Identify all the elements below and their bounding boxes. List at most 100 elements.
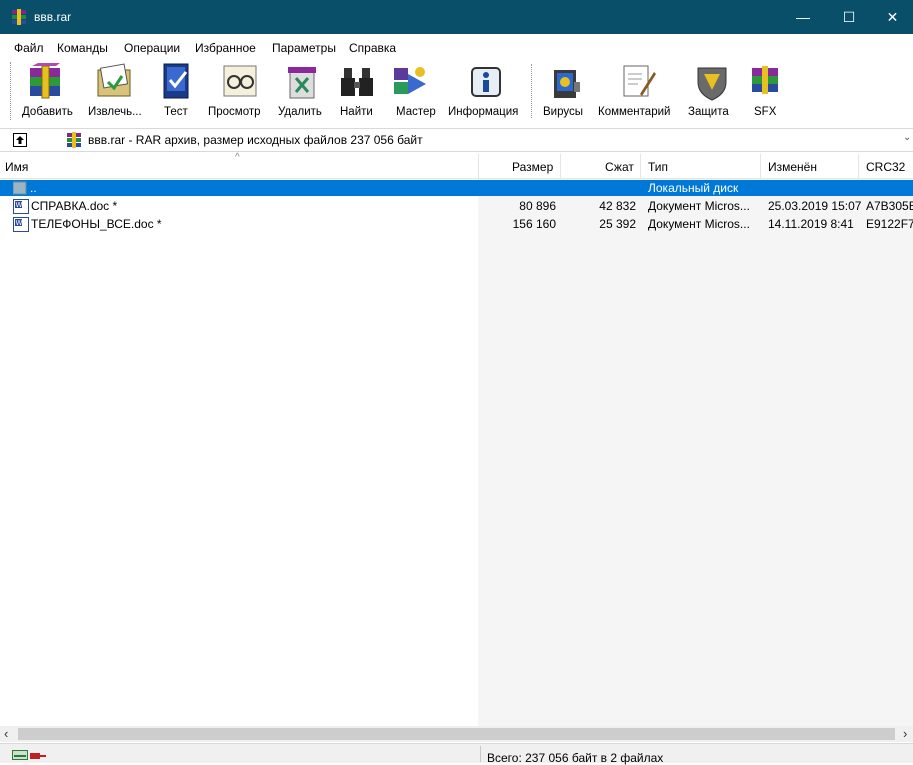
- status-bar: Всего: 237 056 байт в 2 файлах: [0, 743, 913, 765]
- row-size: 156 160: [512, 217, 556, 231]
- toolbar: Добавить Извлечь... Тест Просмотр Удалит…: [0, 60, 913, 126]
- table-row-parent[interactable]: .. Локальный диск: [0, 180, 913, 196]
- extract-button[interactable]: Извлечь...: [84, 60, 148, 124]
- menu-operations[interactable]: Операции: [124, 41, 180, 55]
- row-name: ТЕЛЕФОНЫ_ВСЕ.doc *: [31, 217, 162, 231]
- column-divider[interactable]: [560, 154, 561, 178]
- row-crc: A7B305E: [866, 199, 913, 213]
- list-header: ^ Имя Размер Сжат Тип Изменён CRC32: [0, 152, 913, 179]
- column-header-crc[interactable]: CRC32: [866, 160, 905, 174]
- row-modified: 25.03.2019 15:07: [768, 199, 862, 213]
- test-icon: [163, 63, 189, 99]
- address-field[interactable]: ввв.rar - RAR архив, размер исходных фай…: [62, 132, 913, 148]
- row-name: СПРАВКА.doc *: [31, 199, 118, 213]
- wizard-button[interactable]: Мастер: [386, 60, 436, 124]
- svg-text:W: W: [16, 219, 23, 227]
- column-divider[interactable]: [478, 154, 479, 178]
- menu-bar: Файл Команды Операции Избранное Параметр…: [0, 41, 913, 59]
- sfx-icon: [752, 66, 778, 94]
- status-text: Всего: 237 056 байт в 2 файлах: [487, 751, 664, 765]
- add-button[interactable]: Добавить: [16, 60, 78, 124]
- winrar-app-icon: [11, 9, 27, 28]
- up-folder-button[interactable]: [13, 133, 27, 147]
- parent-folder-icon: [12, 181, 27, 198]
- sort-ascending-icon: ^: [235, 152, 240, 163]
- column-divider[interactable]: [640, 154, 641, 178]
- column-header-modified[interactable]: Изменён: [768, 160, 817, 174]
- title-bar[interactable]: ввв.rar — ☐ ✕: [0, 0, 913, 34]
- row-type: Локальный диск: [648, 181, 739, 195]
- table-row[interactable]: W ТЕЛЕФОНЫ_ВСЕ.doc * 156 160 25 392 Доку…: [0, 216, 913, 232]
- column-header-packed[interactable]: Сжат: [605, 160, 634, 174]
- info-button[interactable]: Информация: [444, 60, 530, 124]
- protect-button[interactable]: Защита: [684, 60, 740, 124]
- delete-button[interactable]: Удалить: [274, 60, 330, 124]
- extract-icon: [97, 63, 131, 97]
- word-doc-icon: W: [13, 199, 29, 217]
- column-divider[interactable]: [858, 154, 859, 178]
- svg-text:W: W: [16, 201, 23, 209]
- binoculars-icon: [341, 68, 373, 96]
- menu-file[interactable]: Файл: [14, 41, 44, 55]
- info-icon: [471, 67, 501, 97]
- toolbar-grip[interactable]: [10, 62, 14, 120]
- find-label: Найти: [340, 106, 373, 118]
- delete-label: Удалить: [278, 106, 322, 118]
- comment-icon: [623, 65, 656, 97]
- comment-button[interactable]: Комментарий: [596, 60, 680, 124]
- menu-favorites[interactable]: Избранное: [195, 41, 256, 55]
- chevron-down-icon[interactable]: ⌄: [903, 132, 911, 143]
- sfx-label: SFX: [754, 106, 777, 118]
- menu-options[interactable]: Параметры: [272, 41, 336, 55]
- view-button[interactable]: Просмотр: [206, 60, 270, 124]
- menu-commands[interactable]: Команды: [57, 41, 108, 55]
- status-divider: [480, 746, 481, 762]
- window-title: ввв.rar: [34, 10, 72, 24]
- word-doc-icon: W: [13, 217, 29, 235]
- virus-scan-button[interactable]: Вирусы: [538, 60, 594, 124]
- test-label: Тест: [164, 106, 188, 118]
- extract-label: Извлечь...: [88, 106, 142, 118]
- menu-help[interactable]: Справка: [349, 41, 396, 55]
- row-crc: E9122F7: [866, 217, 913, 231]
- up-arrow-icon: [16, 136, 24, 144]
- column-header-size[interactable]: Размер: [512, 160, 553, 174]
- maximize-button[interactable]: ☐: [826, 0, 872, 34]
- minimize-button[interactable]: —: [780, 0, 826, 34]
- row-name: ..: [30, 181, 37, 195]
- maximize-icon: ☐: [842, 8, 856, 25]
- virus-scan-label: Вирусы: [543, 106, 583, 118]
- row-modified: 14.11.2019 8:41: [768, 217, 854, 231]
- info-label: Информация: [448, 106, 519, 118]
- sfx-button[interactable]: SFX: [744, 60, 784, 124]
- row-packed: 42 832: [599, 199, 636, 213]
- horizontal-scrollbar[interactable]: ‹ ›: [0, 726, 913, 742]
- row-type: Документ Micros...: [648, 199, 750, 213]
- close-button[interactable]: ✕: [872, 0, 913, 34]
- shield-icon: [697, 67, 727, 101]
- file-list[interactable]: ^ Имя Размер Сжат Тип Изменён CRC32 .. Л…: [0, 152, 913, 726]
- address-bar: ввв.rar - RAR архив, размер исходных фай…: [0, 128, 913, 152]
- row-type: Документ Micros...: [648, 217, 750, 231]
- wizard-icon: [394, 67, 426, 94]
- scroll-right-icon[interactable]: ›: [903, 726, 907, 741]
- view-glasses-icon: [223, 65, 257, 97]
- scrollbar-thumb[interactable]: [18, 728, 895, 740]
- comment-label: Комментарий: [598, 106, 671, 118]
- winrar-add-icon: [30, 63, 60, 99]
- scroll-left-icon[interactable]: ‹: [4, 726, 8, 741]
- wizard-label: Мастер: [396, 106, 436, 118]
- virus-scan-icon: [554, 70, 580, 98]
- table-row[interactable]: W СПРАВКА.doc * 80 896 42 832 Документ M…: [0, 198, 913, 214]
- test-button[interactable]: Тест: [150, 60, 200, 124]
- find-button[interactable]: Найти: [334, 60, 380, 124]
- address-text: ввв.rar - RAR архив, размер исходных фай…: [88, 133, 423, 147]
- close-icon: ✕: [886, 8, 899, 25]
- minimize-icon: —: [796, 9, 810, 25]
- archive-icon: [66, 132, 82, 151]
- column-divider[interactable]: [760, 154, 761, 178]
- add-label: Добавить: [22, 106, 73, 118]
- column-header-type[interactable]: Тип: [648, 160, 668, 174]
- column-header-name[interactable]: Имя: [5, 160, 28, 174]
- row-packed: 25 392: [599, 217, 636, 231]
